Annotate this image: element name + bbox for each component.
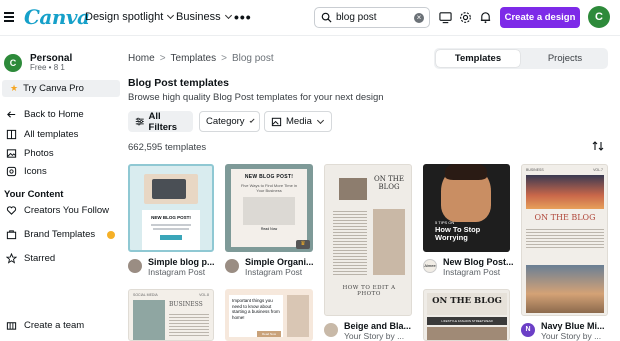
card-type: Your Story by ... — [541, 331, 602, 341]
creator-avatar[interactable]: Aimee — [423, 259, 437, 273]
create-team-link[interactable]: Create a team — [6, 320, 84, 331]
photo-icon — [6, 149, 17, 158]
nav-business[interactable]: Business — [176, 11, 232, 23]
briefcase-icon — [6, 230, 17, 240]
back-to-home-link[interactable]: Back to Home — [6, 109, 84, 120]
template-card[interactable]: 5 TIPS ON How To Stop Worrying Aimee New… — [423, 164, 514, 281]
card-thumbnail[interactable]: BUSINESS VOL.7 ON THE BLOG — [521, 164, 608, 316]
gear-icon[interactable] — [459, 11, 472, 24]
clear-search-icon[interactable]: × — [414, 13, 424, 23]
template-card[interactable]: SOCIAL MEDIA VOL.8 BUSINESS — [128, 289, 214, 341]
card-type: Instagram Post — [245, 267, 303, 277]
card-thumbnail[interactable]: ON THE BLOG HOW TO EDIT A PHOTO — [324, 164, 412, 316]
card-thumbnail[interactable]: 5 TIPS ON How To Stop Worrying — [423, 164, 510, 252]
creator-avatar[interactable]: N — [521, 323, 535, 337]
create-design-button[interactable]: Create a design — [500, 7, 580, 28]
search-bar[interactable]: × — [314, 7, 430, 28]
tab-templates[interactable]: Templates — [436, 50, 520, 67]
star-icon — [6, 253, 17, 264]
creator-avatar[interactable] — [128, 259, 142, 273]
card-thumbnail[interactable]: NEW BLOG POST! — [128, 164, 214, 252]
more-icon[interactable]: ••• — [234, 9, 252, 25]
chevron-down-icon — [224, 11, 232, 20]
template-card[interactable]: ON THE BLOG LIFESTYLE FASHION STREETWEAR — [423, 289, 510, 341]
shapes-icon — [6, 166, 17, 177]
sidebar-item-brand-templates[interactable]: Brand Templates — [6, 229, 116, 240]
card-type: Instagram Post — [148, 267, 206, 277]
card-type: Your Story by ... — [344, 331, 405, 341]
sort-icon[interactable] — [592, 140, 604, 152]
template-card[interactable]: Important things you need to know about … — [225, 289, 313, 341]
creator-avatar[interactable] — [225, 259, 239, 273]
card-title[interactable]: New Blog Post... — [443, 257, 514, 267]
bell-icon[interactable] — [479, 11, 492, 24]
chevron-down-icon — [316, 116, 324, 124]
card-thumbnail[interactable]: NEW BLOG POST! Five Ways to Find More Ti… — [225, 164, 313, 252]
crown-icon: ♛ — [296, 240, 310, 249]
chevron-down-icon — [249, 117, 255, 123]
view-toggle: Templates Projects — [434, 48, 608, 69]
card-title[interactable]: Beige and Bla... — [344, 321, 411, 331]
arrow-left-icon — [7, 111, 16, 118]
sidebar-item-starred[interactable]: Starred — [6, 253, 55, 264]
template-card[interactable]: BUSINESS VOL.7 ON THE BLOG N Navy Blue M… — [521, 164, 608, 341]
avatar[interactable]: C — [588, 6, 610, 28]
pro-badge-icon — [107, 230, 116, 239]
crown-icon: ★ — [10, 83, 19, 93]
template-card[interactable]: ON THE BLOG HOW TO EDIT A PHOTO Beige an… — [324, 164, 412, 341]
account-avatar[interactable]: C — [4, 54, 22, 72]
monitor-icon[interactable] — [439, 11, 452, 24]
canva-logo[interactable]: Canva — [24, 5, 90, 29]
creator-avatar[interactable] — [324, 323, 338, 337]
breadcrumb-home[interactable]: Home — [128, 53, 155, 64]
card-thumbnail[interactable]: ON THE BLOG LIFESTYLE FASHION STREETWEAR — [423, 289, 510, 341]
search-icon — [321, 12, 332, 23]
template-count: 662,595 templates — [128, 142, 207, 153]
template-card[interactable]: NEW BLOG POST! Five Ways to Find More Ti… — [225, 164, 314, 281]
your-content-heading: Your Content — [4, 189, 64, 200]
all-filters-button[interactable]: All Filters — [128, 111, 193, 133]
breadcrumb-current: Blog post — [231, 53, 274, 64]
team-icon — [6, 322, 17, 330]
media-icon — [271, 117, 282, 127]
heart-icon — [6, 206, 17, 215]
page-title: Blog Post templates — [128, 77, 229, 89]
card-title[interactable]: Navy Blue Mi... — [541, 321, 605, 331]
card-title[interactable]: Simple blog p... — [148, 257, 215, 267]
page-subtitle: Browse high quality Blog Post templates … — [128, 92, 384, 103]
main-content: Home > Templates > Blog post Templates P… — [128, 36, 620, 341]
account-plan: Free • 8 1 — [30, 63, 65, 72]
tab-projects[interactable]: Projects — [524, 50, 606, 67]
breadcrumb: Home > Templates > Blog post — [128, 53, 274, 64]
card-thumbnail[interactable]: Important things you need to know about … — [225, 289, 313, 341]
card-thumbnail[interactable]: SOCIAL MEDIA VOL.8 BUSINESS — [128, 289, 214, 341]
template-icon — [6, 129, 17, 140]
nav-design-spotlight[interactable]: Design spotlight — [85, 11, 175, 23]
sidebar-item-creators[interactable]: Creators You Follow — [6, 205, 109, 216]
card-title[interactable]: Simple Organi... — [245, 257, 314, 267]
category-dropdown[interactable]: Category — [199, 111, 260, 132]
sidebar-item-icons[interactable]: Icons — [6, 166, 47, 177]
top-bar: Canva Design spotlight Business ••• × Cr… — [0, 0, 620, 36]
card-type: Instagram Post — [443, 267, 501, 277]
chevron-down-icon — [167, 11, 175, 20]
sidebar-item-all-templates[interactable]: All templates — [6, 129, 78, 140]
media-dropdown[interactable]: Media — [264, 111, 332, 132]
menu-icon[interactable] — [4, 12, 14, 22]
breadcrumb-templates[interactable]: Templates — [171, 53, 217, 64]
sidebar: C Personal Free • 8 1 ★ Try Canva Pro Bac… — [0, 36, 121, 341]
try-pro-button[interactable]: ★ Try Canva Pro — [2, 80, 120, 97]
sidebar-item-photos[interactable]: Photos — [6, 148, 54, 159]
filter-icon — [135, 117, 144, 126]
template-card[interactable]: NEW BLOG POST! Simple blog p... Instagra… — [128, 164, 215, 281]
search-input[interactable] — [336, 12, 408, 23]
